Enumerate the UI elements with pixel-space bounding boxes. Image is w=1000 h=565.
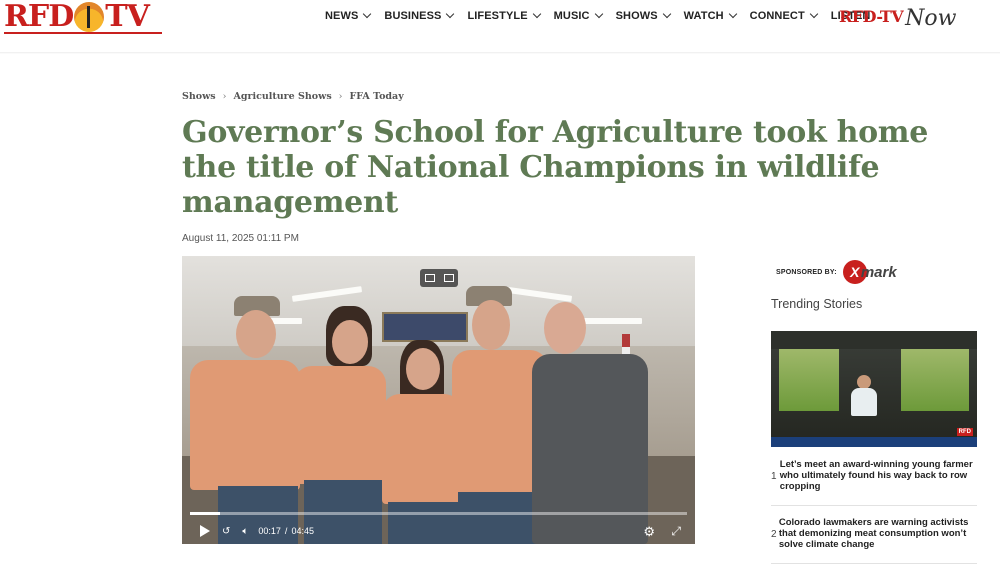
logo-underline [4,32,162,34]
chevron-down-icon [446,9,455,19]
video-duration: 04:45 [291,526,314,536]
face [406,348,440,390]
chevron-down-icon [532,9,541,19]
nav-connect[interactable]: CONNECT [749,9,819,22]
video-current-time: 00:17 [258,526,281,536]
cab-window [901,349,969,411]
story-divider [771,563,977,564]
article-title: Governor’s School for Agriculture took h… [182,115,929,220]
face [332,320,368,364]
gray-shirt [532,354,648,544]
nav-label: MUSIC [553,10,590,22]
main-nav: NEWS BUSINESS LIFESTYLE MUSIC SHOWS WATC… [325,8,884,24]
fullscreen-icon[interactable]: ⤢ [671,524,681,539]
site-header: RFD TV NEWS BUSINESS LIFESTYLE MUSIC SHOW… [0,0,1000,52]
logo-text-tv: TV [105,0,150,34]
now-logo-word: Now [905,6,957,31]
story-headline[interactable]: Let’s meet an award-winning young farmer… [780,459,977,492]
nav-lifestyle[interactable]: LIFESTYLE [467,9,541,22]
nav-shows[interactable]: SHOWS [615,9,671,22]
breadcrumb-ffa-today[interactable]: FFA Today [349,91,403,102]
video-controls: ↺ 🔈︎ 00:17 / 04:45 ⚙ ⤢ [182,518,695,544]
trending-title: Trending Stories [771,297,863,311]
breadcrumb: Shows › Agriculture Shows › FFA Today [182,91,404,102]
video-player[interactable]: ↺ 🔈︎ 00:17 / 04:45 ⚙ ⤢ [182,256,695,544]
time-separator: / [284,526,288,536]
picture-in-picture-icon[interactable] [424,274,435,282]
chevron-down-icon [728,9,737,19]
theater-mode-icon[interactable] [443,274,454,282]
trending-story-1[interactable]: 1 Let’s meet an award-winning young farm… [771,459,977,492]
exmark-wordmark: mark [860,263,897,281]
cab-window [779,349,839,411]
orange-shirt [382,394,462,504]
story-number: 1 [771,471,777,482]
trending-story-thumbnail[interactable]: RFD [771,331,977,447]
sponsor-block: SPONSORED BY: X mark [776,260,897,284]
chevron-down-icon [662,9,671,19]
news-ticker [771,437,977,447]
article-date: August 11, 2025 01:11 PM [182,233,299,244]
nav-label: LIFESTYLE [467,10,528,22]
tractor-cab-frame [771,331,977,349]
farmer-head [857,375,871,389]
rfdtv-now-logo[interactable]: RFD-TV Now [839,2,956,31]
chevron-right-icon: › [222,91,227,102]
face [236,310,276,358]
nav-music[interactable]: MUSIC [553,9,603,22]
video-progress-bar[interactable] [190,512,687,515]
exmark-logo[interactable]: X mark [842,260,897,284]
sponsor-label: SPONSORED BY: [776,268,837,276]
chevron-down-icon [363,9,372,19]
face [472,300,510,350]
nav-label: CONNECT [749,10,805,22]
nav-watch[interactable]: WATCH [683,9,737,22]
rewind-10-icon[interactable]: ↺ [222,526,230,537]
windmill-sun-icon [74,2,105,32]
story-headline[interactable]: Colorado lawmakers are warning activists… [779,517,977,550]
volume-icon[interactable]: 🔈︎ [242,526,248,537]
breadcrumb-agriculture-shows[interactable]: Agriculture Shows [233,91,331,102]
nav-news[interactable]: NEWS [325,9,372,22]
now-logo-brand: RFD-TV [839,7,904,26]
breadcrumb-shows[interactable]: Shows [182,91,216,102]
video-frame-light [582,318,642,324]
chevron-down-icon [809,9,819,19]
logo-text: RFD [4,0,74,34]
nav-label: WATCH [683,10,724,22]
orange-shirt [190,360,300,490]
nav-label: NEWS [325,10,359,22]
rfdtv-bug: RFD [956,428,973,436]
play-icon[interactable] [200,525,210,537]
story-number: 2 [771,529,777,540]
video-frame-map [382,312,468,342]
gear-icon[interactable]: ⚙ [643,524,655,540]
orange-shirt [294,366,386,484]
face [544,302,586,354]
header-divider [0,52,1000,54]
trending-story-2[interactable]: 2 Colorado lawmakers are warning activis… [771,517,977,550]
video-progress-fill [190,512,220,515]
nav-label: BUSINESS [384,10,442,22]
video-pip-controls[interactable] [420,269,458,287]
chevron-down-icon [594,9,603,19]
rfdtv-logo[interactable]: RFD TV [4,0,150,34]
nav-label: SHOWS [615,10,658,22]
farmer-body [851,388,877,416]
story-divider [771,505,977,506]
nav-business[interactable]: BUSINESS [384,9,455,22]
chevron-right-icon: › [338,91,343,102]
